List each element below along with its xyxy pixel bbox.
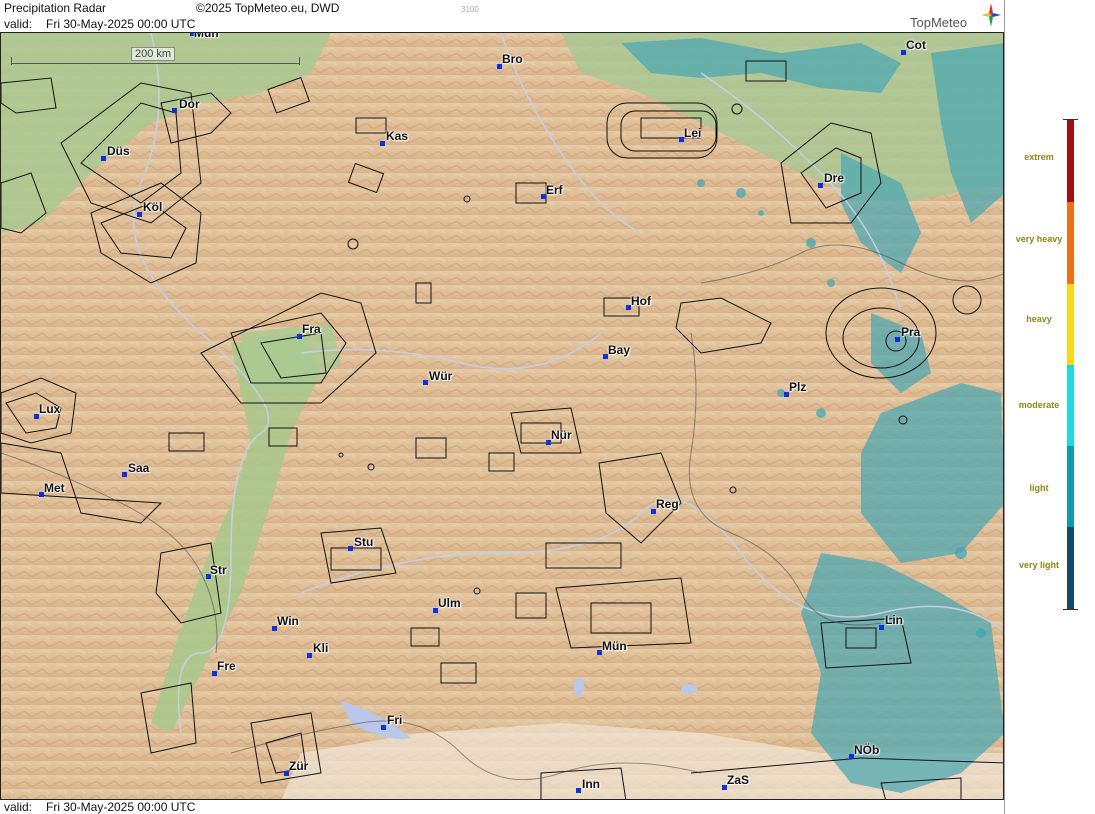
city-label[interactable]: Inn <box>582 777 600 791</box>
city-label[interactable]: Fri <box>387 713 402 727</box>
city-label[interactable]: Str <box>210 563 227 577</box>
legend-label-very-heavy: very heavy <box>1015 234 1063 244</box>
city-label[interactable]: Hof <box>631 294 651 308</box>
legend-label-moderate: moderate <box>1018 400 1060 410</box>
city-label[interactable]: Ulm <box>438 596 461 610</box>
city-marker <box>576 788 581 793</box>
legend-label-light: light <box>1029 483 1049 493</box>
brand-logo-icon <box>981 3 1001 27</box>
city-label[interactable]: Win <box>277 614 299 628</box>
map-title: Precipitation Radar <box>4 1 107 15</box>
city-label[interactable]: Wür <box>429 369 452 383</box>
city-marker <box>348 546 353 551</box>
city-label[interactable]: Dre <box>824 171 844 185</box>
lake-starnberg <box>574 678 584 696</box>
city-marker <box>172 108 177 113</box>
legend-label-heavy: heavy <box>1026 314 1052 324</box>
city-label[interactable]: Mün <box>602 639 627 653</box>
city-marker <box>895 337 900 342</box>
city-marker <box>307 653 312 658</box>
map-canvas <box>1 33 1003 799</box>
city-label[interactable]: Köl <box>143 200 162 214</box>
city-label[interactable]: Bay <box>608 343 630 357</box>
scale-bar: 200 km <box>11 47 301 65</box>
city-marker <box>380 141 385 146</box>
city-label[interactable]: Fra <box>302 322 321 336</box>
city-label[interactable]: Saa <box>128 461 149 475</box>
lake-chiemsee <box>681 684 697 694</box>
city-label[interactable]: Bro <box>502 52 523 66</box>
city-label[interactable]: Fre <box>217 659 236 673</box>
city-label[interactable]: Lei <box>684 126 701 140</box>
city-label[interactable]: Lin <box>885 613 903 627</box>
valid-label: valid: <box>4 17 33 31</box>
city-marker <box>423 380 428 385</box>
scale-line <box>11 63 299 64</box>
city-marker <box>879 625 884 630</box>
footer-valid-time: Fri 30-May-2025 00:00 UTC <box>46 800 196 814</box>
valid-time: Fri 30-May-2025 00:00 UTC <box>46 17 196 31</box>
city-marker <box>137 212 142 217</box>
brand-name: TopMeteo <box>910 15 968 30</box>
city-label[interactable]: Plz <box>789 380 806 394</box>
intensity-legend: extrem very heavy heavy moderate light v… <box>1004 0 1095 814</box>
legend-cap-top <box>1063 119 1078 120</box>
city-label[interactable]: Erf <box>546 183 563 197</box>
footer-bar: valid: Fri 30-May-2025 00:00 UTC <box>0 800 1004 814</box>
city-label[interactable]: Nür <box>551 428 572 442</box>
city-label[interactable]: Met <box>44 481 65 495</box>
city-label[interactable]: Lux <box>39 402 60 416</box>
legend-swatch-heavy <box>1067 284 1074 365</box>
city-label[interactable]: Cot <box>906 38 926 52</box>
city-label[interactable]: Kli <box>313 641 328 655</box>
city-marker <box>818 183 823 188</box>
city-label[interactable]: Düs <box>107 144 130 158</box>
city-label[interactable]: ZaS <box>727 773 749 787</box>
legend-cap-bottom <box>1063 609 1078 610</box>
city-marker <box>101 156 106 161</box>
header-bar: Precipitation Radar ©2025 TopMeteo.eu, D… <box>0 0 1004 32</box>
city-label[interactable]: Kas <box>386 129 408 143</box>
city-label[interactable]: Stu <box>354 535 373 549</box>
city-label[interactable]: NÖb <box>854 743 879 757</box>
footer-valid-label: valid: <box>4 800 33 814</box>
city-marker <box>381 725 386 730</box>
city-label[interactable]: Mün <box>194 33 219 40</box>
city-label[interactable]: Dor <box>179 97 200 111</box>
city-label[interactable]: Pra <box>901 325 920 339</box>
city-label[interactable]: Reg <box>656 497 679 511</box>
map-code: 3100 <box>461 5 479 14</box>
city-label[interactable]: Zür <box>289 759 308 773</box>
scale-tick-right <box>299 57 300 65</box>
copyright-text: ©2025 TopMeteo.eu, DWD <box>196 1 340 15</box>
radar-map[interactable]: 200 km Mün Bro Cot Dor Kas Lei Düs Erf D… <box>0 32 1004 800</box>
city-marker <box>122 472 127 477</box>
scale-label: 200 km <box>131 47 176 61</box>
legend-label-extrem: extrem <box>1024 152 1054 162</box>
scale-tick-left <box>11 57 12 65</box>
legend-label-very-light: very light <box>1018 560 1059 570</box>
